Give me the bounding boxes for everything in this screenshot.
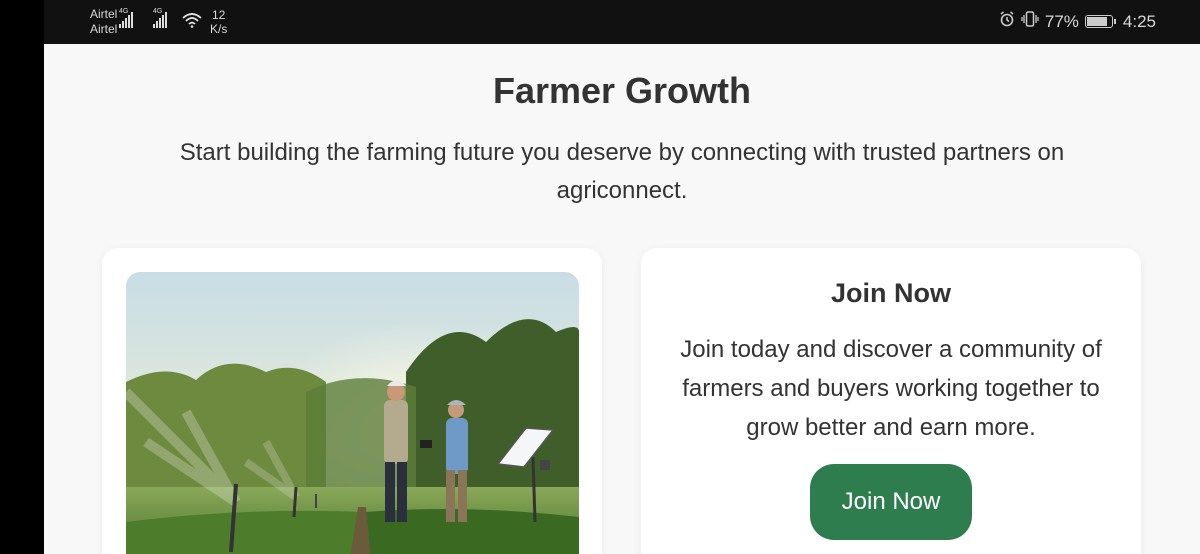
signal-indicators: 4G 4G [119,8,167,28]
vibrate-icon [1021,11,1039,32]
speed-value: 12 [211,8,226,22]
page-subtitle: Start building the farming future you de… [179,139,1065,204]
join-card: Join Now Join today and discover a commu… [641,248,1141,554]
network-type-2: 4G [153,8,163,15]
network-type-1: 4G [119,8,129,15]
carrier-1: Airtel [90,7,118,21]
page-content: Farmer Growth Start building the farming… [44,44,1200,554]
signal-icon: 4G [153,8,167,28]
image-card [102,248,602,554]
status-right: 77% 4:25 [999,11,1156,32]
carrier-2: Airtel [90,22,118,36]
screen-bezel [0,0,44,554]
battery-icon [1084,15,1116,28]
clock-time: 4:25 [1122,11,1156,31]
join-card-title: Join Now [831,278,951,308]
network-speed: 12 K/s [210,8,227,36]
carrier-names: Airtel Airtel [90,7,117,37]
join-card-text: Join today and discover a community of f… [680,336,1102,441]
alarm-icon [999,11,1015,32]
page-title: Farmer Growth [492,70,752,111]
join-now-button[interactable]: Join Now [810,464,972,540]
speed-unit: K/s [210,22,228,36]
farm-photo [126,272,579,554]
wifi-icon [182,12,202,33]
signal-icon: 4G [119,8,133,28]
status-bar: Airtel Airtel 4G 4G 12 K/s 77% 4:25 [44,0,1200,44]
battery-percent: 77% [1044,11,1079,31]
